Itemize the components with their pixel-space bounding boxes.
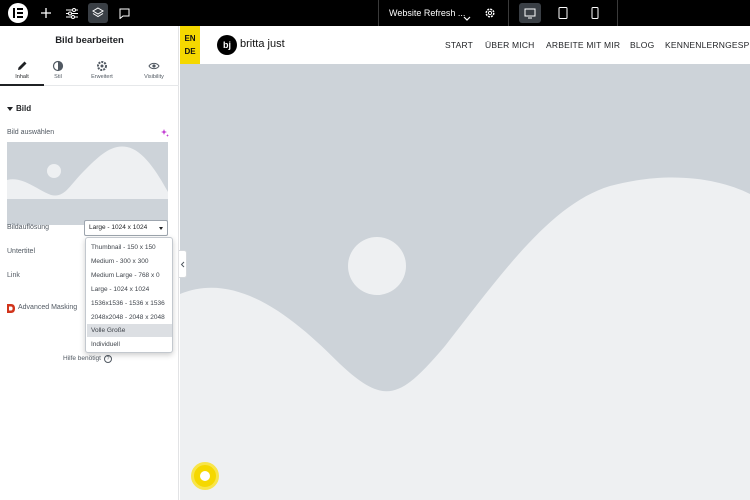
- language-switcher: EN DE: [180, 26, 200, 64]
- mobile-icon[interactable]: [584, 3, 606, 23]
- dropdown-option[interactable]: 2048x2048 - 2048 x 2048: [87, 311, 172, 324]
- resolution-select[interactable]: Large - 1024 x 1024: [84, 220, 168, 236]
- eye-icon: [148, 62, 160, 70]
- help-link[interactable]: Hilfe benötigt: [63, 355, 101, 362]
- dropdown-caret-icon: [159, 227, 163, 230]
- brand-logo-mark[interactable]: bj: [217, 35, 237, 55]
- elementor-logo-icon[interactable]: [8, 3, 28, 23]
- floating-action-button[interactable]: [191, 462, 219, 490]
- lang-de[interactable]: DE: [180, 47, 200, 56]
- chevron-down-icon[interactable]: [463, 9, 471, 27]
- dropdown-option[interactable]: Medium - 300 x 300: [87, 255, 172, 268]
- panel-tabs: Inhalt Stil Erweitert Visibility: [0, 56, 179, 86]
- image-placeholder-icon: [7, 146, 168, 199]
- nav-arbeite-mit-mir[interactable]: ARBEITE MIT MIR: [546, 40, 620, 50]
- gear-icon[interactable]: [480, 3, 500, 23]
- image-widget-placeholder[interactable]: [180, 64, 750, 500]
- half-circle-icon: [52, 60, 64, 72]
- choose-image-label: Bild auswählen: [7, 129, 55, 136]
- help-icon[interactable]: ?: [104, 355, 112, 363]
- dropdown-option-highlighted[interactable]: Volle Große: [87, 324, 172, 337]
- image-placeholder-thumbnail[interactable]: [7, 142, 168, 225]
- desktop-icon[interactable]: [519, 3, 541, 23]
- caption-label: Untertitel: [7, 248, 36, 255]
- brand-name[interactable]: britta just: [240, 38, 285, 50]
- nav-blog[interactable]: BLOG: [630, 40, 654, 50]
- editor-top-bar: Website Refresh ...: [0, 0, 750, 26]
- layers-icon[interactable]: [88, 3, 108, 23]
- dropdown-option[interactable]: Medium Large - 768 x 0: [87, 269, 172, 282]
- tab-label: Erweitert: [91, 74, 113, 80]
- panel-collapse-handle[interactable]: [179, 250, 187, 278]
- add-element-icon[interactable]: [36, 3, 56, 23]
- dropdown-option[interactable]: Large - 1024 x 1024: [87, 283, 172, 296]
- image-placeholder-icon: [180, 177, 750, 500]
- comments-icon[interactable]: [114, 3, 134, 23]
- dropdown-option[interactable]: Individuell: [87, 338, 172, 351]
- advanced-masking-label[interactable]: Advanced Masking: [18, 304, 77, 311]
- resolution-label: Bildauflösung: [7, 224, 50, 231]
- tablet-icon[interactable]: [552, 3, 574, 23]
- advanced-masking-icon: [7, 304, 15, 313]
- pencil-icon: [18, 61, 27, 70]
- chevron-left-icon: [180, 261, 185, 268]
- ai-sparkle-icon[interactable]: [161, 129, 169, 137]
- resolution-dropdown-menu: Thumbnail - 150 x 150 Medium - 300 x 300…: [85, 237, 173, 353]
- tab-label: Visibility: [144, 74, 164, 80]
- caret-down-icon[interactable]: [7, 107, 13, 111]
- tab-label: Stil: [54, 74, 62, 80]
- nav-start[interactable]: START: [445, 40, 473, 50]
- tab-erweitert[interactable]: Erweitert: [80, 56, 124, 86]
- document-title[interactable]: Website Refresh ...: [389, 8, 465, 18]
- link-label: Link: [7, 272, 20, 279]
- dropdown-option[interactable]: Thumbnail - 150 x 150: [87, 241, 172, 254]
- nav-ueber-mich[interactable]: ÜBER MICH: [485, 40, 535, 50]
- section-title[interactable]: Bild: [16, 104, 31, 113]
- tab-visibility[interactable]: Visibility: [132, 56, 176, 86]
- lang-en[interactable]: EN: [180, 34, 200, 43]
- resolution-select-value: Large - 1024 x 1024: [89, 224, 148, 231]
- tab-stil[interactable]: Stil: [36, 56, 80, 86]
- fab-icon: [200, 471, 210, 481]
- dropdown-option[interactable]: 1536x1536 - 1536 x 1536: [87, 297, 172, 310]
- nav-kennenlerngespraech[interactable]: KENNENLERNGESPR: [665, 40, 750, 50]
- panel-title: Bild bearbeiten: [55, 35, 124, 46]
- settings-sliders-icon[interactable]: [62, 3, 82, 23]
- gear-icon: [97, 61, 107, 71]
